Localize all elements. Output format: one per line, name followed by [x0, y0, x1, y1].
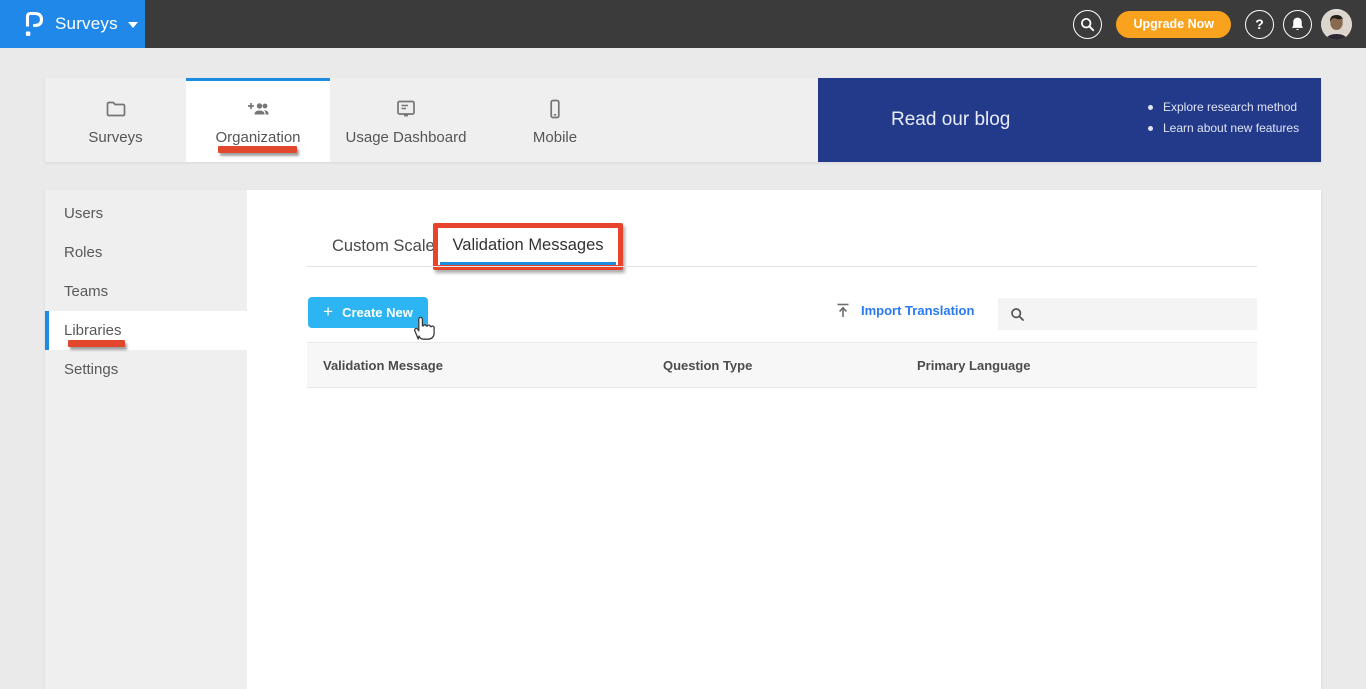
- bell-icon: [1292, 17, 1303, 31]
- avatar-photo: [1321, 10, 1352, 40]
- folder-icon: [106, 101, 125, 117]
- dashboard-icon: [397, 100, 415, 117]
- blog-banner-bullets: Explore research method Learn about new …: [1148, 97, 1299, 139]
- nav-tab-label: Mobile: [532, 129, 578, 146]
- product-label: Surveys: [55, 14, 118, 33]
- import-translation-label: Import Translation: [861, 303, 975, 318]
- upload-icon: [837, 303, 849, 317]
- module-nav: Surveys Organization Usage Dashboard Mob…: [45, 78, 1321, 162]
- column-header-question-type[interactable]: Question Type: [663, 343, 752, 389]
- sidebar-item-teams[interactable]: Teams: [45, 272, 247, 311]
- search-input[interactable]: [1033, 298, 1257, 330]
- annotation-underline-libraries: [68, 340, 125, 347]
- tabs-divider: [307, 266, 1257, 267]
- chevron-down-icon: [127, 22, 138, 28]
- blog-banner-title: Read our blog: [891, 109, 1011, 130]
- blog-bullet: Explore research method: [1148, 97, 1299, 118]
- upgrade-now-button[interactable]: Upgrade Now: [1116, 10, 1231, 38]
- plus-icon: +: [323, 302, 334, 321]
- nav-tab-surveys[interactable]: Surveys: [45, 78, 186, 162]
- sidebar-item-users[interactable]: Users: [45, 194, 247, 233]
- sidebar-item-roles[interactable]: Roles: [45, 233, 247, 272]
- sidebar-item-settings[interactable]: Settings: [45, 350, 247, 389]
- search-icon: [1011, 307, 1024, 321]
- nav-tab-label: Organization: [215, 129, 301, 146]
- table-header-row: Validation Message Question Type Primary…: [307, 342, 1257, 388]
- help-button[interactable]: ?: [1245, 9, 1274, 39]
- sidebar-item-libraries[interactable]: Libraries: [45, 311, 247, 350]
- tab-custom-scales[interactable]: Custom Scales: [332, 237, 443, 256]
- notifications-button[interactable]: [1283, 9, 1312, 39]
- avatar[interactable]: [1321, 8, 1352, 40]
- blog-bullet: Learn about new features: [1148, 118, 1299, 139]
- nav-tab-mobile[interactable]: Mobile: [482, 78, 628, 162]
- annotation-underline-organization: [218, 146, 297, 153]
- import-translation-link[interactable]: Import Translation: [835, 302, 974, 319]
- column-header-validation-message[interactable]: Validation Message: [323, 343, 443, 389]
- sidebar: Users Roles Teams Libraries Settings: [45, 190, 247, 689]
- sidebar-item-label: Users: [64, 205, 104, 222]
- sidebar-item-label: Teams: [64, 283, 109, 300]
- libraries-panel: Custom Scales Validation Messages + Crea…: [247, 190, 1321, 689]
- blog-banner[interactable]: Read our blog Explore research method Le…: [818, 78, 1321, 162]
- question-mark-icon: ?: [1255, 16, 1264, 32]
- app-window: Surveys Upgrade Now ? Surveys Organizati…: [0, 0, 1366, 689]
- group-add-icon: [248, 103, 269, 115]
- nav-tab-label: Usage Dashboard: [345, 129, 467, 146]
- table-search: [998, 298, 1257, 330]
- column-header-primary-language[interactable]: Primary Language: [917, 343, 1030, 389]
- content-card: Users Roles Teams Libraries Settings Cus…: [45, 190, 1321, 689]
- nav-tab-usage-dashboard[interactable]: Usage Dashboard: [330, 78, 482, 162]
- product-switcher[interactable]: Surveys: [0, 0, 145, 48]
- search-button[interactable]: [1073, 9, 1103, 39]
- sidebar-item-label: Settings: [64, 361, 119, 378]
- search-icon: [1081, 17, 1095, 31]
- create-new-label: Create New: [342, 305, 413, 320]
- create-new-button[interactable]: + Create New: [308, 297, 428, 328]
- sidebar-item-label: Roles: [64, 244, 103, 261]
- nav-tab-label: Surveys: [88, 129, 143, 146]
- topbar-actions: Upgrade Now ?: [1073, 0, 1352, 48]
- sidebar-item-label: Libraries: [64, 322, 122, 339]
- tab-validation-messages[interactable]: Validation Messages: [440, 228, 616, 265]
- mobile-icon: [550, 99, 560, 119]
- nav-tab-organization[interactable]: Organization: [186, 78, 330, 162]
- topbar: Surveys Upgrade Now ?: [0, 0, 1366, 48]
- annotation-box-validation-messages: Validation Messages: [433, 223, 623, 270]
- questionpro-logo-icon: [25, 11, 44, 36]
